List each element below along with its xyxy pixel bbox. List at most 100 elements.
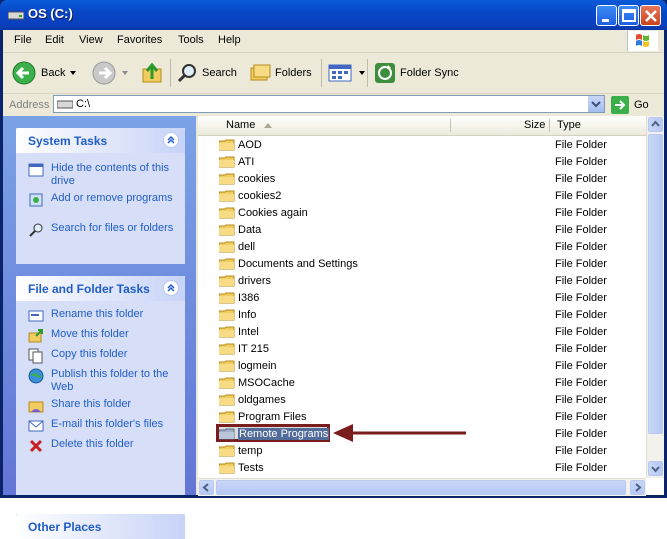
up-folder-button[interactable] <box>140 59 164 87</box>
table-row[interactable]: Data File Folder <box>198 221 646 238</box>
column-divider[interactable] <box>450 119 451 132</box>
menu-file[interactable]: File <box>14 34 32 46</box>
size-column-header[interactable]: Size <box>524 119 545 131</box>
collapse-icon[interactable] <box>163 280 179 296</box>
table-row[interactable]: I386 File Folder <box>198 289 646 306</box>
other-places-header[interactable]: Other Places <box>16 514 185 539</box>
file-type: File Folder <box>555 173 607 185</box>
title-bar[interactable]: OS (C:) <box>0 0 667 30</box>
maximize-button[interactable] <box>618 5 639 26</box>
file-name: IT 215 <box>238 343 269 355</box>
maximize-icon <box>622 9 636 22</box>
system-tasks-header[interactable]: System Tasks <box>16 128 185 153</box>
table-row[interactable]: Program Files File Folder <box>198 408 646 425</box>
file-name: cookies <box>238 173 276 185</box>
collapse-icon[interactable] <box>163 132 179 148</box>
table-row[interactable]: cookies File Folder <box>198 170 646 187</box>
email-files-link[interactable]: E-mail this folder's files <box>16 418 185 438</box>
file-type: File Folder <box>555 411 607 423</box>
vertical-scrollbar[interactable] <box>646 116 664 478</box>
menu-edit[interactable]: Edit <box>45 34 64 46</box>
column-divider[interactable] <box>549 119 550 132</box>
delete-folder-link[interactable]: Delete this folder <box>16 438 185 458</box>
folder-icon <box>219 411 235 423</box>
share-folder-link[interactable]: Share this folder <box>16 398 185 418</box>
table-row[interactable]: drivers File Folder <box>198 272 646 289</box>
file-type: File Folder <box>555 207 607 219</box>
table-row[interactable]: MSOCache File Folder <box>198 374 646 391</box>
table-row[interactable]: logmein File Folder <box>198 357 646 374</box>
table-row[interactable]: Info File Folder <box>198 306 646 323</box>
folder-icon <box>219 207 235 219</box>
close-button[interactable] <box>640 5 661 26</box>
horizontal-scrollbar[interactable] <box>198 478 646 496</box>
go-button[interactable]: Go <box>611 96 649 114</box>
folder-sync-button[interactable]: Folder Sync <box>374 59 459 87</box>
table-row[interactable]: cookies2 File Folder <box>198 187 646 204</box>
table-row[interactable]: Documents and Settings File Folder <box>198 255 646 272</box>
table-row[interactable]: AOD File Folder <box>198 136 646 153</box>
menu-tools[interactable]: Tools <box>178 34 204 46</box>
search-files-link[interactable]: Search for files or folders <box>16 222 185 252</box>
views-button[interactable] <box>328 59 366 87</box>
forward-button[interactable] <box>91 59 129 87</box>
chevron-down-icon[interactable] <box>69 69 77 77</box>
table-row[interactable]: ATI File Folder <box>198 153 646 170</box>
back-button[interactable]: Back <box>11 59 77 87</box>
publish-folder-link[interactable]: Publish this folder to the Web <box>16 368 185 398</box>
column-header: Name Size Type <box>198 116 646 136</box>
scroll-right-button[interactable] <box>630 480 645 495</box>
table-row[interactable]: temp File Folder <box>198 442 646 459</box>
scroll-up-button[interactable] <box>648 117 663 132</box>
table-row[interactable]: Remote Programs File Folder <box>198 424 646 442</box>
folder-icon <box>219 326 235 338</box>
move-folder-link[interactable]: Move this folder <box>16 328 185 348</box>
name-column-header[interactable]: Name <box>226 119 255 131</box>
file-folder-tasks-header[interactable]: File and Folder Tasks <box>16 276 185 301</box>
hide-drive-contents-link[interactable]: Hide the contents of this drive <box>16 162 185 192</box>
folder-icon <box>219 462 235 474</box>
other-places-title: Other Places <box>28 520 102 534</box>
folder-icon <box>219 394 235 406</box>
add-remove-programs-link[interactable]: Add or remove programs <box>16 192 185 222</box>
table-row[interactable]: Intel File Folder <box>198 323 646 340</box>
chevron-down-icon <box>591 101 601 108</box>
table-row[interactable]: Tests File Folder <box>198 459 646 476</box>
globe-icon <box>28 368 44 384</box>
menu-help[interactable]: Help <box>218 34 241 46</box>
folder-icon <box>219 360 235 372</box>
menu-view[interactable]: View <box>79 34 103 46</box>
table-row[interactable]: IT 215 File Folder <box>198 340 646 357</box>
scroll-thumb[interactable] <box>648 134 663 434</box>
type-column-header[interactable]: Type <box>557 119 581 131</box>
table-row[interactable]: dell File Folder <box>198 238 646 255</box>
task-label: E-mail this folder's files <box>51 418 164 430</box>
windows-logo <box>627 31 658 51</box>
menu-bar: File Edit View Favorites Tools Help <box>3 30 664 53</box>
search-button[interactable]: Search <box>176 59 237 87</box>
file-type: File Folder <box>555 394 607 406</box>
file-name: MSOCache <box>238 377 295 389</box>
minimize-button[interactable] <box>596 5 617 26</box>
horizontal-scroll-thumb[interactable] <box>216 480 626 495</box>
scroll-down-button[interactable] <box>648 461 663 476</box>
file-name: Tests <box>238 462 264 474</box>
copy-folder-link[interactable]: Copy this folder <box>16 348 185 368</box>
folder-icon <box>219 309 235 321</box>
chevron-down-icon[interactable] <box>358 69 366 77</box>
address-dropdown-button[interactable] <box>588 96 604 112</box>
folder-icon <box>219 275 235 287</box>
menu-favorites[interactable]: Favorites <box>117 34 162 46</box>
rename-folder-link[interactable]: Rename this folder <box>16 308 185 328</box>
task-label: Hide the contents of this drive <box>51 162 170 187</box>
table-row[interactable]: Cookies again File Folder <box>198 204 646 221</box>
chevron-down-icon[interactable] <box>121 69 129 77</box>
scroll-left-button[interactable] <box>199 480 214 495</box>
folders-button[interactable]: Folders <box>249 59 312 87</box>
file-name: Cookies again <box>238 207 308 219</box>
file-type: File Folder <box>555 462 607 474</box>
back-label: Back <box>41 67 66 79</box>
address-field[interactable]: C:\ <box>53 95 605 113</box>
table-row[interactable]: oldgames File Folder <box>198 391 646 408</box>
hide-contents-icon <box>28 163 44 177</box>
